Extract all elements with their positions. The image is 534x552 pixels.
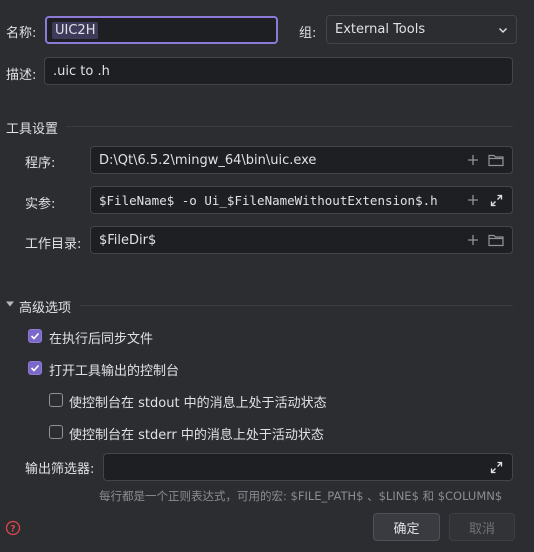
group-value: External Tools [335,22,426,37]
program-value: D:\Qt\6.5.2\mingw_64\bin\uic.exe [99,152,317,168]
stdout-active-checkbox[interactable] [49,393,63,407]
ok-button[interactable]: 确定 [373,513,440,541]
triangle-down-icon[interactable] [5,298,17,310]
plus-icon[interactable] [464,231,482,249]
program-label: 程序: [25,156,56,171]
section-divider [79,305,513,306]
description-value: .uic to .h [53,63,110,79]
output-filter-hint: 每行都是一个正则表达式，可用的宏: $FILE_PATH$ 、$LINE$ 和 … [99,489,503,503]
args-field[interactable]: $FileName$ -o Ui_$FileNameWithoutExtensi… [90,186,513,214]
stdout-active-label: 使控制台在 stdout 中的消息上处于活动状态 [69,396,327,411]
name-label: 名称: [6,26,37,41]
workdir-label: 工作目录: [25,237,82,252]
output-filter-label: 输出筛选器: [25,462,95,477]
tool-settings-title: 工具设置 [6,122,59,137]
group-select[interactable]: External Tools [326,15,517,44]
group-label: 组: [299,26,317,41]
stderr-active-checkbox[interactable] [49,425,63,439]
cancel-button[interactable]: 取消 [449,513,515,541]
folder-icon[interactable] [487,231,505,249]
description-field[interactable]: .uic to .h [44,57,513,85]
folder-icon[interactable] [487,151,505,169]
open-console-checkbox[interactable] [28,361,42,375]
sync-files-checkbox[interactable] [28,329,42,343]
plus-icon[interactable] [464,151,482,169]
output-filter-field[interactable] [103,453,513,481]
workdir-field[interactable]: $FileDir$ [90,226,513,254]
description-label: 描述: [6,68,37,83]
chevron-down-icon [499,27,507,33]
workdir-value: $FileDir$ [99,232,157,248]
section-divider [66,126,513,127]
name-field[interactable]: UIC2H [45,16,278,44]
args-value: $FileName$ -o Ui_$FileNameWithoutExtensi… [99,192,438,208]
stderr-active-label: 使控制台在 stderr 中的消息上处于活动状态 [69,428,324,443]
program-field[interactable]: D:\Qt\6.5.2\mingw_64\bin\uic.exe [90,146,513,174]
advanced-title[interactable]: 高级选项 [19,297,71,316]
sync-files-label: 在执行后同步文件 [49,332,154,347]
open-console-label: 打开工具输出的控制台 [49,364,180,379]
help-icon[interactable]: ? [5,520,21,536]
expand-icon[interactable] [487,458,505,476]
name-value: UIC2H [52,21,99,39]
plus-icon[interactable] [464,191,482,209]
expand-icon[interactable] [487,191,505,209]
svg-text:?: ? [10,525,15,535]
args-label: 实参: [25,197,56,212]
